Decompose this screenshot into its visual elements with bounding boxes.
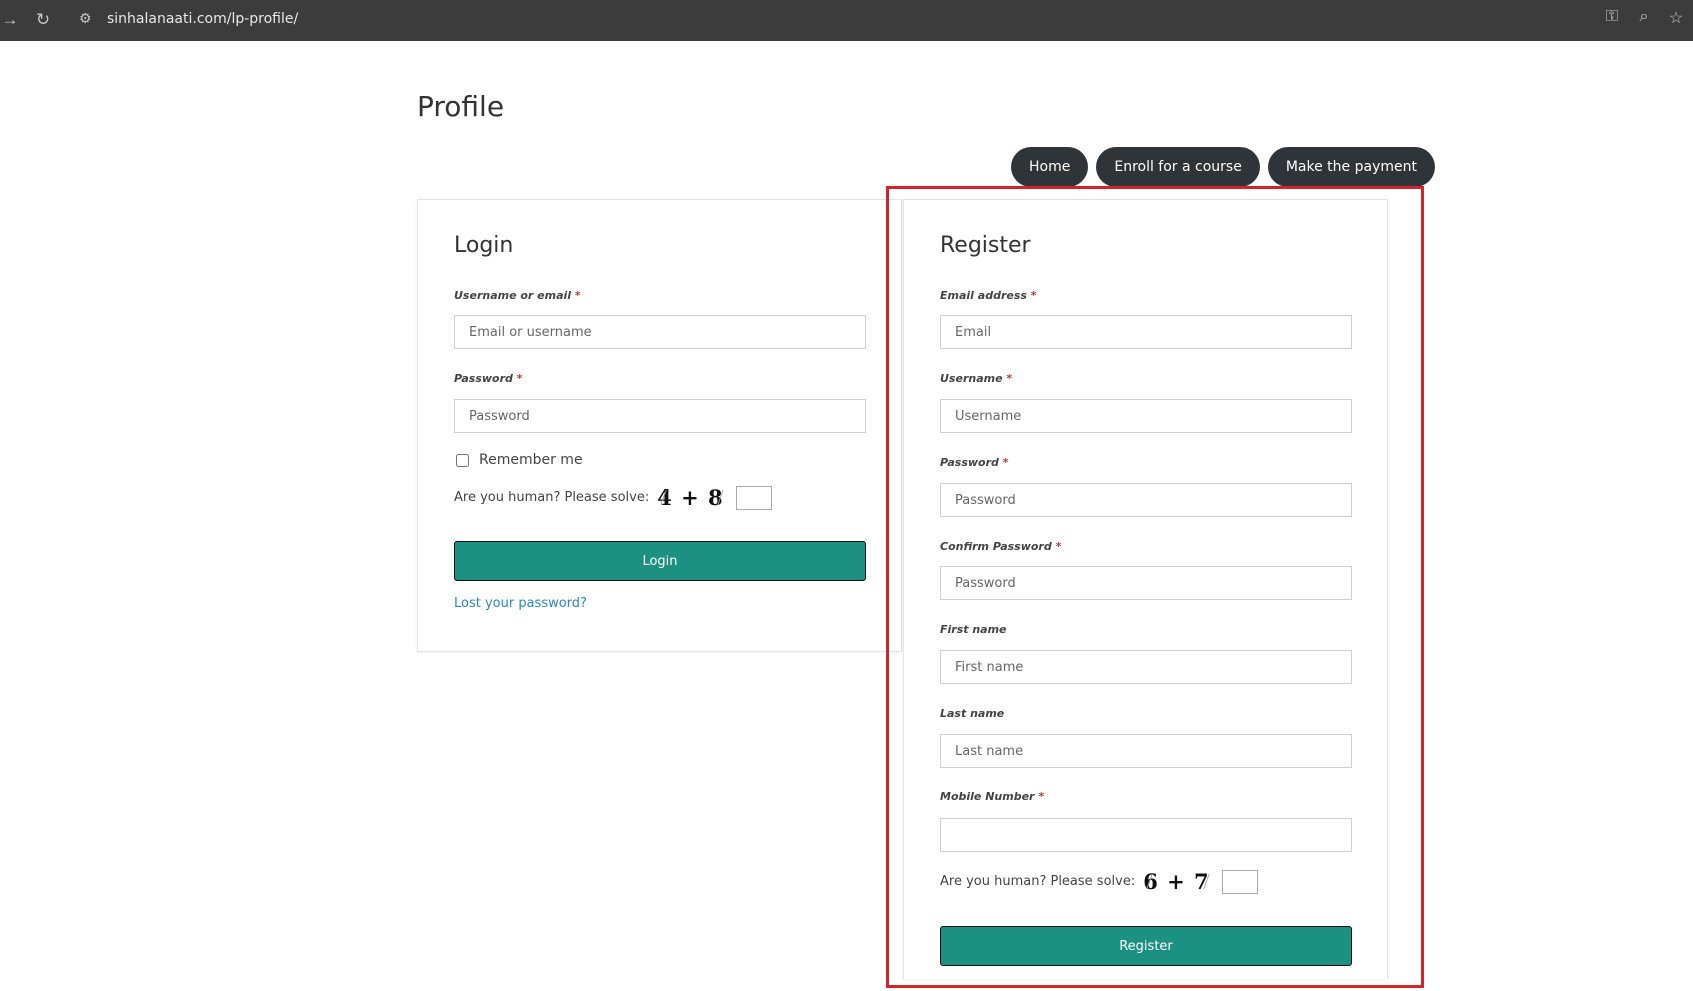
zoom-icon[interactable]: ⌕ [1635, 8, 1653, 28]
enroll-course-button[interactable]: Enroll for a course [1096, 147, 1260, 187]
make-payment-button[interactable]: Make the payment [1267, 147, 1435, 187]
register-first-name-input[interactable] [940, 650, 1352, 684]
key-icon[interactable]: ⚿ [1603, 8, 1621, 28]
bookmark-star-icon[interactable]: ☆ [1667, 8, 1685, 28]
login-title: Login [454, 233, 514, 258]
register-mobile-label: Mobile Number * [940, 790, 1045, 803]
remember-me[interactable]: Remember me [456, 452, 583, 468]
required-marker: * [1055, 540, 1062, 553]
captcha-image: 6 + 7 [1143, 869, 1210, 894]
home-button[interactable]: Home [1011, 147, 1089, 187]
login-button[interactable]: Login [454, 541, 866, 581]
required-marker: * [1002, 456, 1009, 469]
browser-actions: ⚿ ⌕ ☆ [1603, 8, 1685, 28]
required-marker: * [574, 289, 581, 302]
register-password-label: Password * [940, 456, 1009, 469]
required-marker: * [1006, 372, 1013, 385]
profile-nav: Home Enroll for a course Make the paymen… [1011, 147, 1435, 187]
register-card: Register Email address * Username * Pass… [903, 199, 1388, 979]
site-info-icon[interactable]: ⚙ [79, 10, 92, 27]
register-captcha: Are you human? Please solve: 6 + 7 [940, 869, 1258, 894]
register-title: Register [940, 233, 1031, 258]
register-username-input[interactable] [940, 399, 1352, 433]
register-confirm-label: Confirm Password * [940, 540, 1062, 553]
register-captcha-input[interactable] [1221, 869, 1258, 894]
remember-me-checkbox[interactable] [456, 453, 469, 467]
login-captcha-input[interactable] [735, 485, 772, 510]
register-last-name-input[interactable] [940, 734, 1352, 768]
register-password-input[interactable] [940, 483, 1352, 517]
register-mobile-input[interactable] [940, 818, 1352, 852]
register-last-name-label: Last name [940, 707, 1005, 720]
register-confirm-password-input[interactable] [940, 566, 1352, 600]
register-first-name-label: First name [940, 623, 1007, 636]
required-marker: * [1030, 289, 1037, 302]
captcha-image: 4 + 8 [657, 485, 724, 510]
required-marker: * [516, 372, 523, 385]
lost-password-link[interactable]: Lost your password? [454, 596, 587, 611]
login-card: Login Username or email * Password * Rem… [417, 199, 902, 652]
register-email-label: Email address * [940, 289, 1037, 302]
register-username-label: Username * [940, 372, 1013, 385]
login-password-input[interactable] [454, 399, 866, 433]
forward-icon[interactable]: → [0, 10, 20, 30]
required-marker: * [1038, 790, 1045, 803]
address-bar[interactable]: sinhalanaati.com/lp-profile/ [107, 11, 298, 27]
reload-icon[interactable]: ↻ [33, 10, 53, 30]
login-username-input[interactable] [454, 315, 866, 349]
login-username-label: Username or email * [454, 289, 581, 302]
register-button[interactable]: Register [940, 926, 1352, 966]
page-title: Profile [417, 90, 505, 123]
login-captcha: Are you human? Please solve: 4 + 8 [454, 485, 772, 510]
browser-toolbar: → ↻ ⚙ sinhalanaati.com/lp-profile/ ⚿ ⌕ ☆ [0, 0, 1693, 41]
login-password-label: Password * [454, 372, 523, 385]
register-email-input[interactable] [940, 315, 1352, 349]
